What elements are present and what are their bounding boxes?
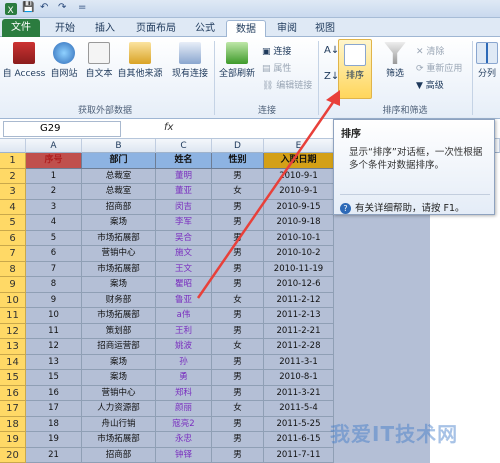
watermark: 我爱IT技术网 bbox=[330, 422, 459, 446]
tooltip-title: 排序 bbox=[341, 129, 361, 140]
help-icon: ? bbox=[340, 203, 351, 214]
tooltip-help: ? 有关详细帮助，请按 F1。 bbox=[340, 194, 490, 214]
sort-tooltip: 排序 显示“排序”对话框，一次性根据多个条件对数据排序。 ? 有关详细帮助，请按 … bbox=[333, 119, 495, 215]
annotation-arrow bbox=[196, 90, 340, 299]
arrow-line bbox=[196, 97, 338, 299]
tooltip-description: 显示“排序”对话框，一次性根据多个条件对数据排序。 bbox=[349, 147, 483, 171]
